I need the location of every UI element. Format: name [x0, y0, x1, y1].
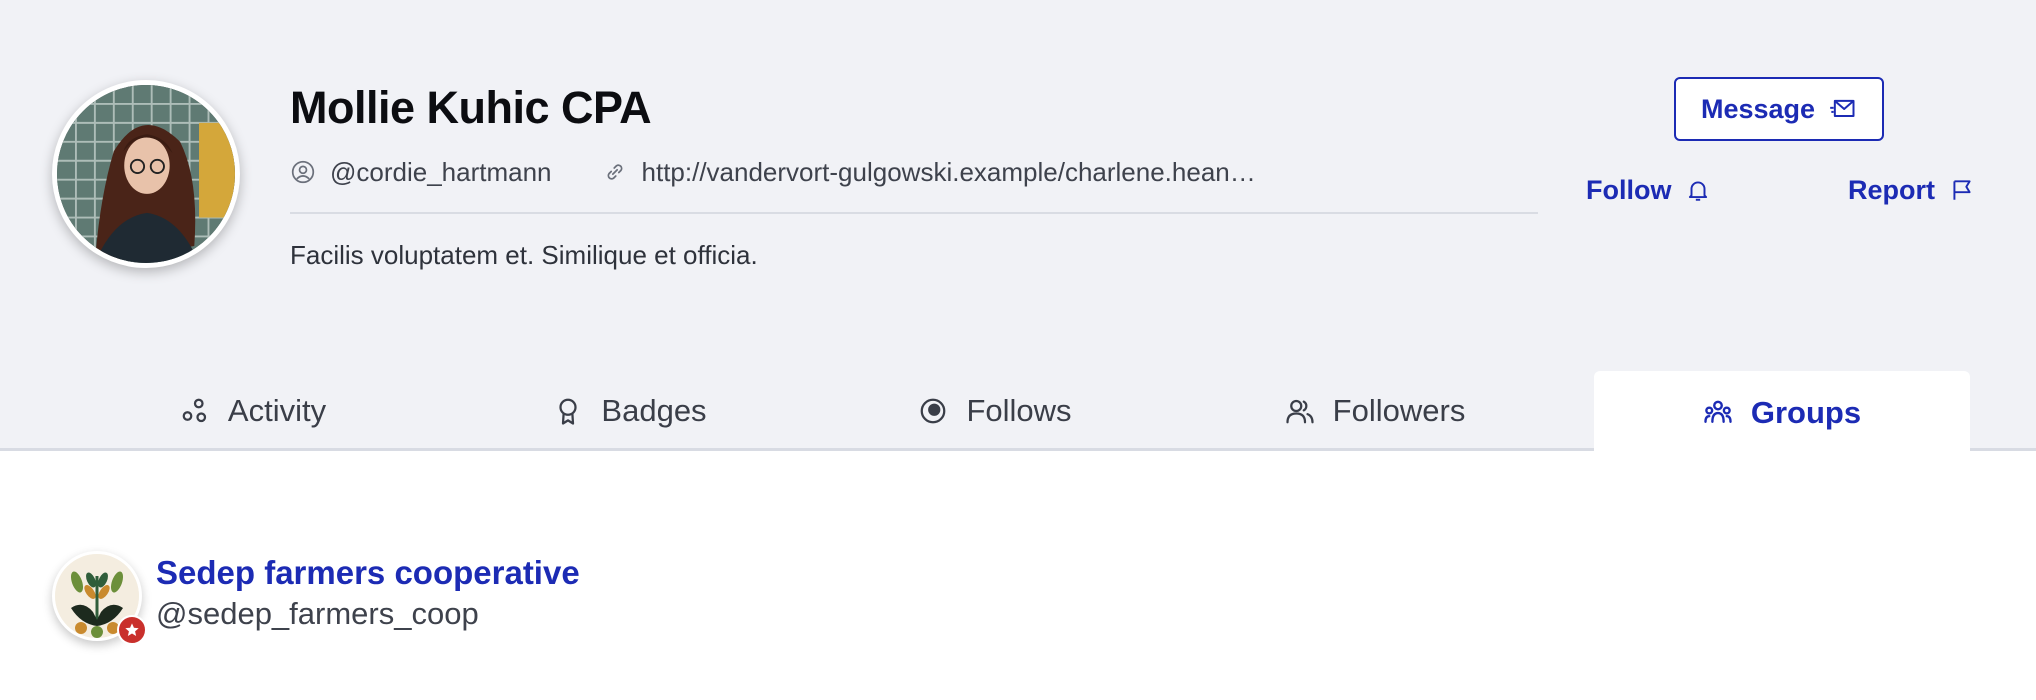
tab-followers[interactable]: Followers — [1250, 371, 1500, 451]
followers-icon — [1286, 399, 1314, 424]
header-divider — [290, 212, 1538, 214]
profile-meta: @cordie_hartmann http://vandervort-gulgo… — [290, 155, 1256, 189]
profile-name: Mollie Kuhic CPA — [290, 82, 652, 133]
user-circle-icon — [290, 159, 316, 185]
tab-activity-label: Activity — [227, 393, 327, 428]
profile-username: @cordie_hartmann — [290, 157, 552, 188]
tab-groups[interactable]: Groups — [1594, 371, 1970, 454]
group-list-item[interactable]: Sedep farmers cooperative @sedep_farmers… — [52, 550, 580, 645]
tab-follows-label: Follows — [966, 393, 1072, 428]
star-icon — [117, 615, 147, 645]
badge-icon — [559, 398, 578, 425]
tab-groups-label: Groups — [1750, 394, 1862, 430]
report-button-label: Report — [1848, 174, 1935, 205]
flag-icon — [1953, 180, 1971, 200]
bell-icon — [1689, 181, 1708, 201]
tab-follows[interactable]: Follows — [870, 371, 1120, 451]
follow-button[interactable]: Follow — [1586, 170, 1711, 210]
link-icon — [602, 159, 628, 185]
tab-badges-label: Badges — [601, 393, 707, 428]
group-name-link[interactable]: Sedep farmers cooperative — [156, 552, 580, 594]
message-button[interactable]: Message — [1674, 77, 1884, 141]
follow-button-label: Follow — [1586, 174, 1672, 205]
group-text: Sedep farmers cooperative @sedep_farmers… — [156, 552, 580, 634]
group-handle: @sedep_farmers_coop — [156, 596, 479, 631]
tab-activity[interactable]: Activity — [128, 371, 378, 451]
message-button-label: Message — [1700, 93, 1816, 124]
group-avatar — [52, 551, 147, 645]
send-mail-icon — [1830, 99, 1855, 117]
activity-icon — [182, 398, 207, 423]
follows-icon — [921, 398, 946, 424]
profile-avatar — [52, 80, 240, 268]
tab-badges[interactable]: Badges — [505, 371, 755, 451]
username-text: @cordie_hartmann — [330, 156, 552, 187]
report-button[interactable]: Report — [1848, 170, 1975, 210]
profile-bio: Facilis voluptatem et. Similique et offi… — [290, 240, 758, 270]
tab-followers-label: Followers — [1332, 393, 1466, 428]
website-text[interactable]: http://vandervort-gulgowski.example/char… — [642, 157, 1256, 188]
profile-website[interactable]: http://vandervort-gulgowski.example/char… — [602, 157, 1256, 188]
profile-header: Mollie Kuhic CPA @cordie_hartmann http:/… — [0, 0, 2036, 454]
profile-tabs: Activity Badges Follows Followers Groups — [0, 371, 2036, 454]
groups-icon — [1704, 400, 1732, 423]
